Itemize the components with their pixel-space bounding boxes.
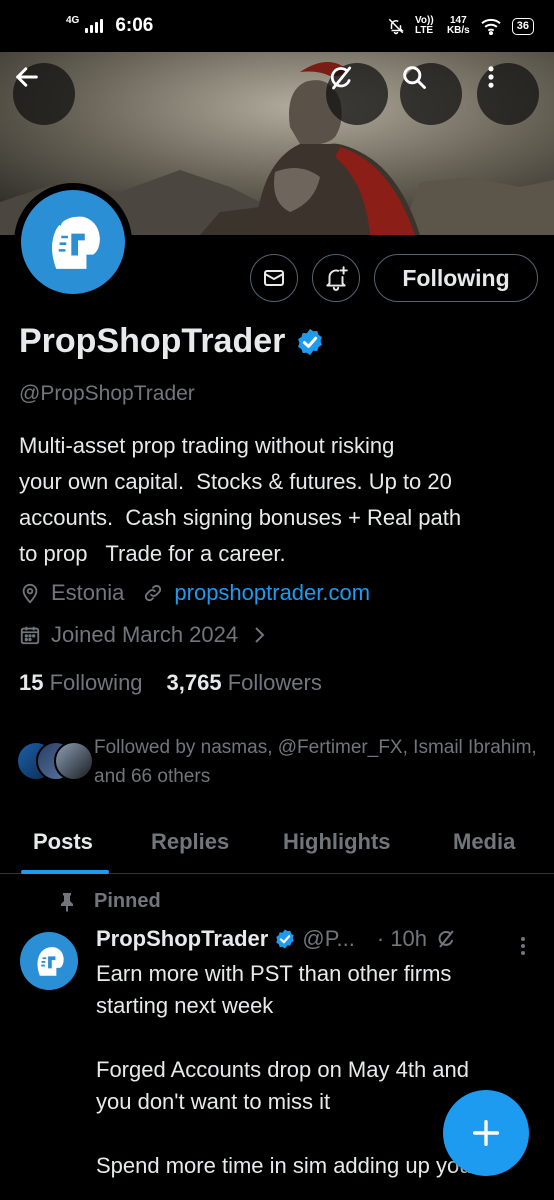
tab-label: Replies: [151, 829, 230, 854]
grok-icon: [330, 66, 352, 90]
follower-avatar: [54, 741, 94, 781]
location-website-row: Estonia propshoptrader.com: [19, 580, 370, 606]
profile-tabs: Posts Replies Highlights Media: [0, 810, 554, 874]
followers-label: Followers: [227, 670, 322, 695]
wifi-icon: [481, 18, 501, 35]
spartan-helmet-logo: [37, 947, 64, 976]
status-right: Vo)) LTE 147 KB/s 36: [387, 16, 534, 36]
profile-bio: Multi-asset prop trading without risking…: [19, 433, 462, 566]
search-icon: [403, 66, 426, 89]
active-tab-indicator: [21, 870, 109, 874]
link-icon: [142, 582, 164, 604]
search-button[interactable]: [400, 63, 462, 125]
tab-posts[interactable]: Posts: [21, 810, 109, 874]
tab-replies[interactable]: Replies: [151, 810, 229, 874]
followers-count: 3,765: [166, 670, 222, 695]
following-count-link[interactable]: 15 Following: [19, 670, 143, 696]
more-button[interactable]: [477, 63, 539, 125]
notify-button[interactable]: [312, 254, 360, 302]
clock: 6:06: [115, 15, 154, 36]
tab-media[interactable]: Media: [453, 810, 515, 874]
speed-unit: KB/s: [446, 25, 470, 36]
following-button[interactable]: Following: [374, 254, 538, 302]
profile-avatar[interactable]: [14, 183, 132, 301]
compose-button[interactable]: [443, 1090, 529, 1176]
verified-badge-icon: [276, 929, 295, 949]
followers-count-link[interactable]: 3,765 Followers: [167, 670, 322, 696]
chevron-right-icon: [252, 625, 266, 645]
spartan-helmet-logo: [52, 210, 100, 269]
plus-icon: [472, 1119, 500, 1147]
mute-bell-icon: [388, 18, 404, 35]
network-type: 4G: [66, 14, 80, 26]
following-count: 15: [19, 670, 44, 695]
grok-button[interactable]: [326, 63, 388, 125]
follow-counts: 15 Following 3,765 Followers: [19, 670, 322, 696]
bell-plus-icon: [326, 266, 348, 291]
post-time: · 10h: [376, 926, 428, 951]
grok-icon[interactable]: [435, 928, 457, 950]
profile-handle: @PropShopTrader: [19, 382, 195, 405]
follower-avatars: [16, 733, 94, 781]
pinned-indicator: Pinned: [58, 890, 161, 913]
tab-label: Highlights: [283, 829, 391, 854]
tab-label: Media: [453, 829, 516, 854]
avatar-image: [21, 190, 125, 294]
pin-icon: [61, 892, 73, 912]
location-text: Estonia: [51, 580, 125, 605]
envelope-icon: [264, 270, 284, 286]
joined-text: Joined March 2024: [51, 622, 239, 647]
verified-badge-icon[interactable]: [295, 327, 325, 357]
post-author-name[interactable]: PropShopTrader: [96, 926, 268, 952]
profile-name-row: PropShopTrader: [19, 322, 325, 361]
network-speed: 147 KB/s: [447, 16, 470, 36]
battery-indicator: 36: [511, 17, 534, 35]
website-link[interactable]: propshoptrader.com: [174, 580, 370, 606]
more-vertical-icon: [488, 66, 494, 88]
tab-label: Posts: [33, 829, 93, 854]
calendar-icon: [19, 624, 41, 646]
message-button[interactable]: [250, 254, 298, 302]
volte-label: Vo)) LTE: [414, 15, 434, 36]
post-author-handle: @P...: [302, 926, 355, 951]
followed-by-row[interactable]: Followed by nasmas, @Fertimer_FX, Ismail…: [16, 733, 544, 791]
status-bar: 4G 6:06 Vo)) LTE 147 KB/s 36: [0, 0, 554, 52]
signal-icon: [85, 19, 104, 33]
post-author-avatar[interactable]: [20, 932, 78, 990]
more-vertical-icon: [521, 937, 525, 955]
status-left: 4G 6:06: [66, 15, 153, 37]
followed-by-text: Followed by nasmas, @Fertimer_FX, Ismail…: [94, 737, 537, 787]
display-name: PropShopTrader: [19, 322, 286, 360]
joined-row[interactable]: Joined March 2024: [19, 622, 266, 648]
back-button[interactable]: [13, 63, 75, 125]
location-pin-icon: [19, 582, 41, 604]
pinned-label: Pinned: [94, 890, 161, 912]
post-header: PropShopTrader @P... · 10h: [96, 926, 457, 952]
arrow-left-icon: [16, 67, 38, 87]
tab-highlights[interactable]: Highlights: [283, 810, 391, 874]
following-label: Following: [49, 670, 143, 695]
